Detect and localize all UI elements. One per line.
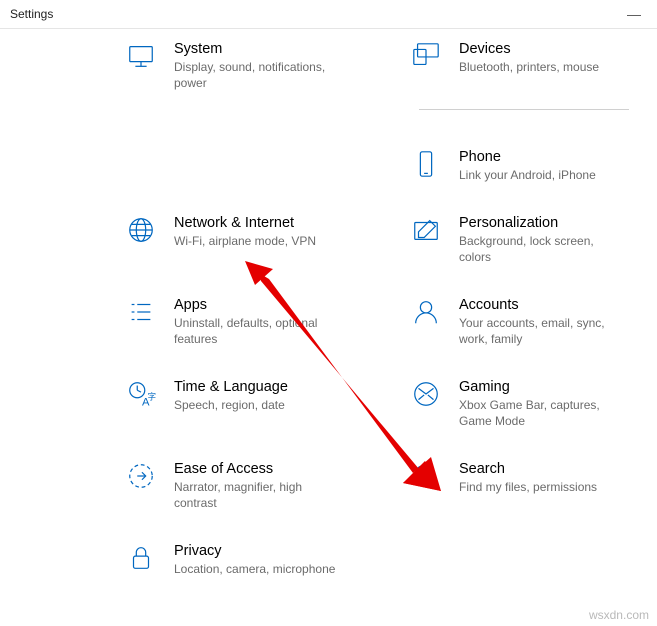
category-desc: Location, camera, microphone	[174, 561, 335, 577]
category-desc: Narrator, magnifier, high contrast	[174, 479, 344, 511]
network-icon	[124, 213, 158, 247]
category-phone[interactable]: Phone Link your Android, iPhone	[405, 145, 657, 185]
category-desc: Xbox Game Bar, captures, Game Mode	[459, 397, 629, 429]
phone-icon	[409, 147, 443, 181]
category-ease-of-access[interactable]: Ease of Access Narrator, magnifier, high…	[120, 457, 405, 513]
category-desc: Uninstall, defaults, optional features	[174, 315, 344, 347]
category-system[interactable]: System Display, sound, notifications, po…	[120, 37, 405, 93]
category-title: Apps	[174, 295, 344, 315]
category-desc: Your accounts, email, sync, work, family	[459, 315, 629, 347]
category-title: Personalization	[459, 213, 629, 233]
category-title: Network & Internet	[174, 213, 316, 233]
devices-icon	[409, 39, 443, 73]
category-title: Devices	[459, 39, 599, 59]
time-language-icon: A字	[124, 377, 158, 411]
category-devices[interactable]: Devices Bluetooth, printers, mouse	[405, 37, 657, 93]
category-personalization[interactable]: Personalization Background, lock screen,…	[405, 211, 657, 267]
category-title: Ease of Access	[174, 459, 344, 479]
category-desc: Bluetooth, printers, mouse	[459, 59, 599, 75]
category-network[interactable]: Network & Internet Wi-Fi, airplane mode,…	[120, 211, 405, 267]
watermark: wsxdn.com	[589, 608, 649, 622]
category-search[interactable]: Search Find my files, permissions	[405, 457, 657, 513]
system-icon	[124, 39, 158, 73]
category-desc: Link your Android, iPhone	[459, 167, 596, 183]
category-title: System	[174, 39, 344, 59]
category-title: Phone	[459, 147, 596, 167]
category-gaming[interactable]: Gaming Xbox Game Bar, captures, Game Mod…	[405, 375, 657, 431]
category-apps[interactable]: Apps Uninstall, defaults, optional featu…	[120, 293, 405, 349]
category-desc: Find my files, permissions	[459, 479, 597, 495]
category-title: Search	[459, 459, 597, 479]
ease-of-access-icon	[124, 459, 158, 493]
category-title: Privacy	[174, 541, 335, 561]
search-icon	[409, 459, 443, 493]
window-title: Settings	[10, 7, 53, 21]
personalization-icon	[409, 213, 443, 247]
category-desc: Background, lock screen, colors	[459, 233, 629, 265]
title-bar: Settings —	[0, 0, 657, 29]
category-title: Gaming	[459, 377, 629, 397]
category-title: Time & Language	[174, 377, 288, 397]
accounts-icon	[409, 295, 443, 329]
minimize-button[interactable]: —	[627, 6, 647, 22]
category-title: Accounts	[459, 295, 629, 315]
svg-text:字: 字	[148, 392, 156, 402]
category-desc: Display, sound, notifications, power	[174, 59, 344, 91]
apps-icon	[124, 295, 158, 329]
privacy-icon	[124, 541, 158, 575]
settings-home: System Display, sound, notifications, po…	[0, 29, 657, 579]
category-desc: Speech, region, date	[174, 397, 288, 413]
gaming-icon	[409, 377, 443, 411]
category-accounts[interactable]: Accounts Your accounts, email, sync, wor…	[405, 293, 657, 349]
category-desc: Wi-Fi, airplane mode, VPN	[174, 233, 316, 249]
category-time-language[interactable]: A字 Time & Language Speech, region, date	[120, 375, 405, 431]
category-privacy[interactable]: Privacy Location, camera, microphone	[120, 539, 405, 579]
